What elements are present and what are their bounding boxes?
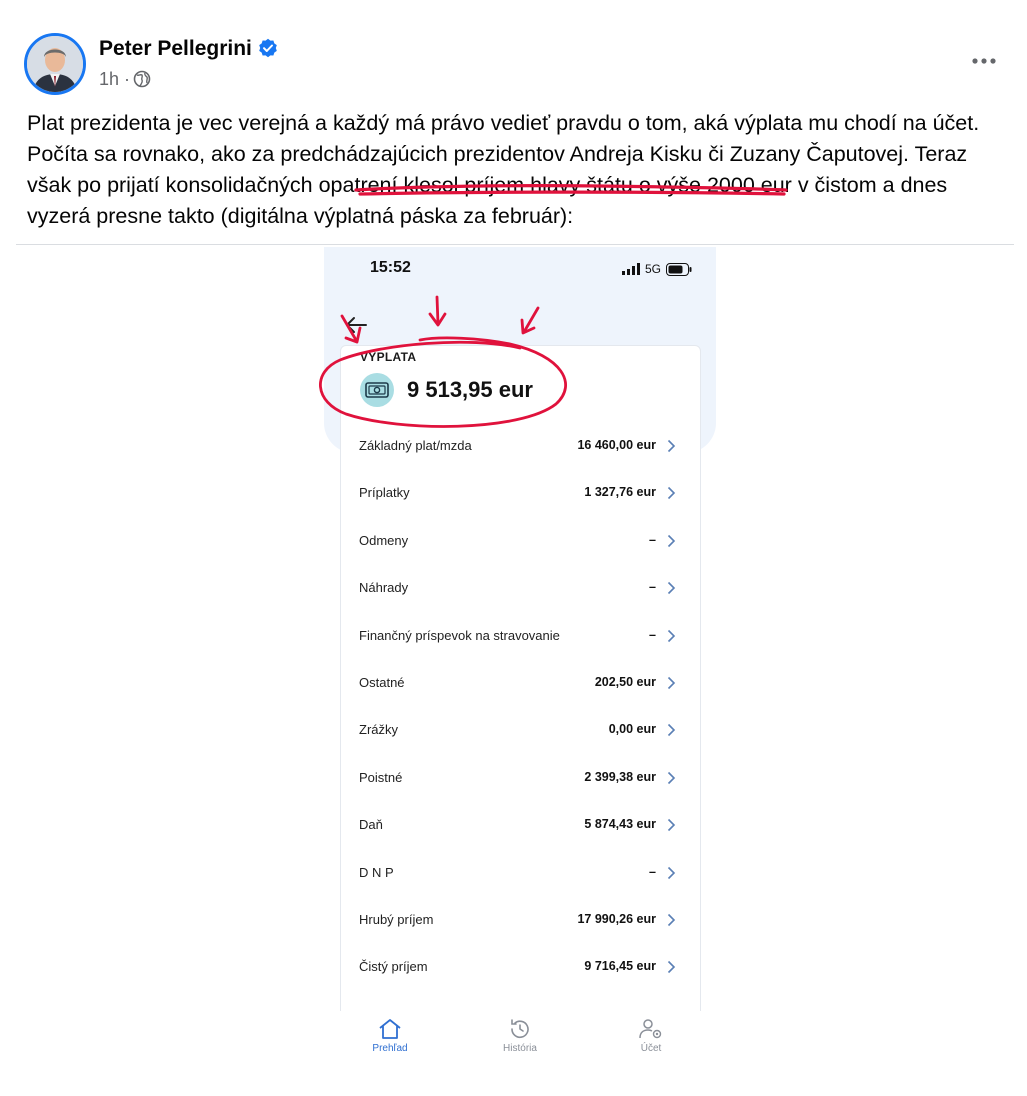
avatar[interactable] bbox=[24, 33, 86, 95]
chevron-right-icon bbox=[667, 961, 676, 974]
post-time[interactable]: 1h bbox=[99, 69, 119, 89]
post-meta: 1h · bbox=[99, 69, 151, 90]
home-icon bbox=[379, 1019, 401, 1039]
chevron-right-icon bbox=[667, 771, 676, 784]
profile-photo bbox=[27, 36, 83, 92]
tab-label: Účet bbox=[640, 1043, 662, 1054]
payslip-row-meal-allowance[interactable]: Finančný príspevok na stravovanie – bbox=[341, 613, 700, 660]
row-label: Príplatky bbox=[359, 485, 410, 501]
chevron-right-icon bbox=[667, 487, 676, 500]
payslip-row-net-income[interactable]: Čistý príjem 9 716,45 eur bbox=[341, 944, 700, 991]
chevron-right-icon bbox=[667, 676, 676, 690]
row-label: Odmeny bbox=[359, 532, 409, 548]
row-value: 2 399,38 eur bbox=[584, 769, 656, 784]
author-name[interactable]: Peter Pellegrini bbox=[99, 37, 278, 61]
payslip-row-dnp[interactable]: D N P – bbox=[341, 850, 700, 897]
payslip-row-tax[interactable]: Daň 5 874,43 eur bbox=[341, 802, 700, 849]
chevron-right-icon bbox=[667, 582, 676, 595]
payslip-row-insurance[interactable]: Poistné 2 399,38 eur bbox=[341, 755, 700, 802]
row-value: 0,00 eur bbox=[608, 722, 656, 737]
payslip-row-deductions[interactable]: Zrážky 0,00 eur bbox=[341, 707, 700, 754]
row-value: 5 874,43 eur bbox=[584, 817, 656, 832]
chevron-right-icon bbox=[667, 439, 676, 453]
chevron-right-icon bbox=[667, 629, 676, 642]
net-amount: 9 513,95 eur bbox=[407, 377, 533, 402]
account-icon bbox=[639, 1019, 662, 1039]
history-icon bbox=[511, 1019, 529, 1039]
row-label: Hrubý príjem bbox=[359, 911, 434, 927]
row-label: Poistné bbox=[359, 769, 403, 785]
row-label: Ostatné bbox=[359, 674, 405, 690]
tab-label: Prehľad bbox=[372, 1043, 408, 1054]
network-label: 5G bbox=[644, 262, 661, 276]
globe-icon bbox=[133, 70, 151, 88]
payslip-screenshot[interactable]: 15:52 5G VÝPLATA 9 513,95 eur Základný p… bbox=[324, 247, 716, 1069]
row-label: Náhrady bbox=[359, 580, 409, 596]
tab-overview[interactable]: Prehľad bbox=[350, 1017, 430, 1054]
payslip-card: VÝPLATA 9 513,95 eur Základný plat/mzda 1… bbox=[340, 345, 701, 1069]
row-value: 16 460,00 eur bbox=[577, 438, 656, 452]
banknote-icon bbox=[365, 382, 389, 398]
bottom-tab-bar: Prehľad História Účet bbox=[324, 1011, 716, 1069]
row-label: Základný plat/mzda bbox=[359, 438, 472, 453]
row-value: – bbox=[649, 580, 656, 595]
chevron-right-icon bbox=[667, 819, 676, 832]
row-value: – bbox=[649, 864, 656, 879]
card-label: VÝPLATA bbox=[360, 350, 417, 364]
payslip-row-bonuses[interactable]: Odmeny – bbox=[341, 518, 700, 565]
chevron-right-icon bbox=[667, 913, 676, 926]
money-icon bbox=[360, 373, 394, 407]
tab-history[interactable]: História bbox=[480, 1017, 560, 1054]
payslip-row-compensations[interactable]: Náhrady – bbox=[341, 565, 700, 612]
status-icons: 5G bbox=[621, 261, 692, 277]
payslip-row-allowances[interactable]: Príplatky 1 327,76 eur bbox=[341, 470, 700, 517]
row-label: Daň bbox=[359, 817, 383, 833]
author-name-text[interactable]: Peter Pellegrini bbox=[99, 37, 252, 60]
row-value: 202,50 eur bbox=[594, 674, 656, 689]
back-arrow-icon[interactable] bbox=[344, 315, 368, 335]
row-value: 17 990,26 eur bbox=[577, 911, 656, 926]
row-value: – bbox=[649, 627, 656, 642]
chevron-right-icon bbox=[667, 534, 676, 547]
payslip-row-base-salary[interactable]: Základný plat/mzda 16 460,00 eur bbox=[341, 423, 700, 470]
row-value: 9 716,45 eur bbox=[584, 959, 656, 974]
chevron-right-icon bbox=[667, 724, 676, 737]
verified-badge-icon bbox=[259, 38, 277, 58]
row-label: Finančný príspevok na stravovanie bbox=[359, 627, 560, 643]
row-value: – bbox=[649, 532, 656, 547]
row-label: Zrážky bbox=[359, 722, 398, 738]
tab-account[interactable]: Účet bbox=[611, 1017, 691, 1054]
payslip-row-other[interactable]: Ostatné 202,50 eur bbox=[341, 660, 700, 707]
row-label: D N P bbox=[359, 864, 394, 880]
payslip-rows: Základný plat/mzda 16 460,00 eur Príplatk… bbox=[341, 423, 700, 992]
battery-icon bbox=[666, 262, 692, 276]
status-time: 15:52 bbox=[370, 259, 411, 276]
more-options-icon[interactable] bbox=[965, 49, 1005, 73]
row-value: 1 327,76 eur bbox=[584, 485, 656, 500]
chevron-right-icon bbox=[667, 866, 676, 879]
tab-label: História bbox=[503, 1043, 537, 1054]
post-divider bbox=[16, 244, 1014, 245]
post-text: Plat prezidenta je vec verejná a každý m… bbox=[27, 111, 980, 228]
payslip-row-gross-income[interactable]: Hrubý príjem 17 990,26 eur bbox=[341, 897, 700, 944]
post-header: Peter Pellegrini 1h · bbox=[24, 33, 1004, 97]
signal-icon bbox=[621, 263, 640, 275]
meta-separator: · bbox=[124, 69, 131, 89]
row-label: Čistý príjem bbox=[359, 959, 428, 975]
